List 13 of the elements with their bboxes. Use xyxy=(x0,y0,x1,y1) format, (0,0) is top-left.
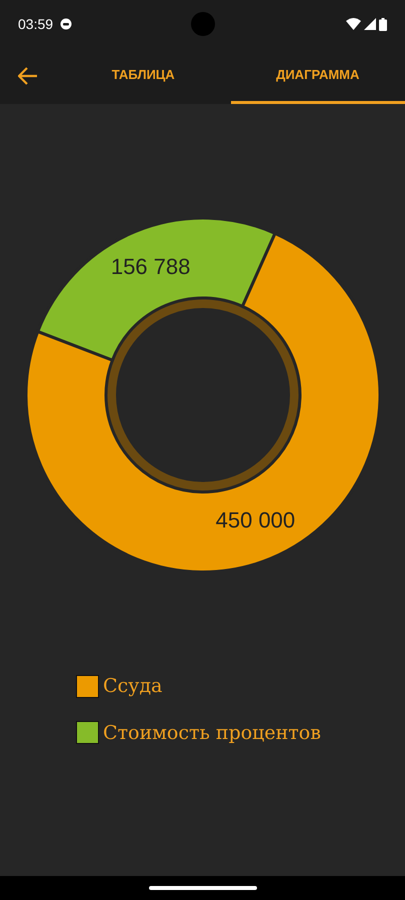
camera-hole xyxy=(191,12,215,36)
legend-label: Ссуда xyxy=(103,674,162,699)
legend-label: Стоимость процентов xyxy=(103,720,321,746)
home-handle[interactable] xyxy=(148,886,256,890)
value-label: 156 788 xyxy=(110,254,190,280)
battery-icon xyxy=(379,18,387,30)
back-arrow-icon xyxy=(18,67,38,85)
tab[interactable]: ТАБЛИЦА xyxy=(56,48,230,104)
status-time: 03:59 xyxy=(18,14,54,34)
tab[interactable]: ДИАГРАММА xyxy=(230,48,405,104)
signal-icon xyxy=(364,18,376,30)
wifi-icon xyxy=(346,18,361,30)
value-label: 450 000 xyxy=(215,507,295,532)
